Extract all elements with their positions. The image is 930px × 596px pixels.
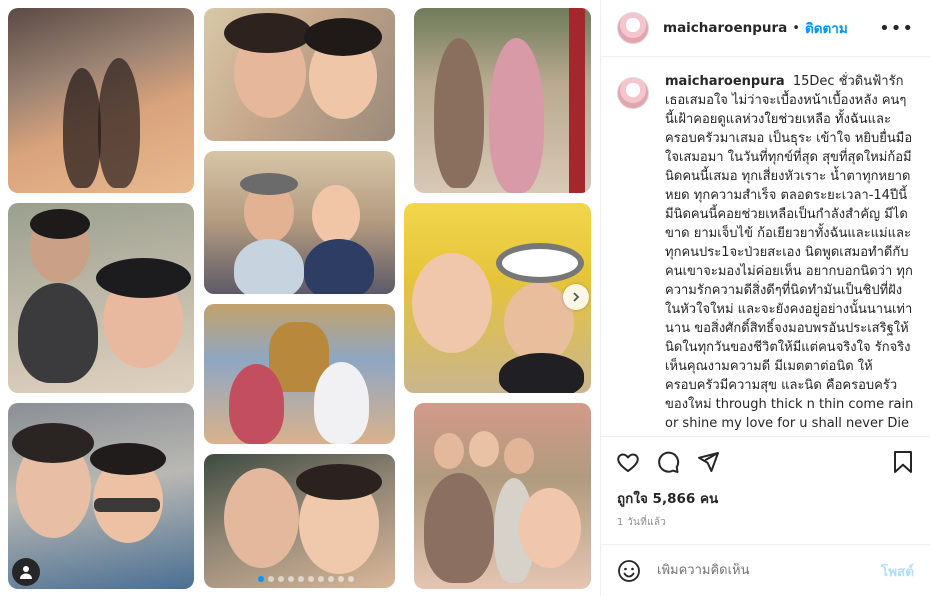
carousel-dot <box>258 576 264 582</box>
carousel-dot <box>288 576 294 582</box>
heart-icon[interactable] <box>615 449 641 475</box>
carousel-dot <box>298 576 304 582</box>
post-timestamp[interactable]: 1 วันที่แล้ว <box>601 515 930 530</box>
post-media[interactable] <box>0 0 600 596</box>
header-username[interactable]: maicharoenpura <box>663 20 787 36</box>
likes-count[interactable]: ถูกใจ 5,866 คน <box>601 487 930 509</box>
header-separator: • <box>792 20 800 36</box>
carousel-dot <box>308 576 314 582</box>
comment-icon[interactable] <box>655 449 681 475</box>
emoji-icon[interactable] <box>617 559 641 583</box>
caption: maicharoenpura 15Dec ชั่วดินฟ้ารักเธอเสม… <box>617 72 918 432</box>
avatar[interactable] <box>617 12 649 44</box>
photo-night-selfie <box>204 454 395 588</box>
photo-restaurant-thumbs-up <box>204 151 395 294</box>
more-horizontal-icon[interactable]: ••• <box>879 18 914 39</box>
follow-button[interactable]: ติดตาม <box>805 17 848 39</box>
caption-body: 15Dec ชั่วดินฟ้ารักเธอเสมอใจ ไม่ว่าจะเบื… <box>665 74 914 431</box>
caption-avatar[interactable] <box>617 77 649 109</box>
carousel-dot <box>348 576 354 582</box>
post-panel: maicharoenpura • ติดตาม ••• maicharoenpu… <box>600 0 930 596</box>
carousel-dot <box>338 576 344 582</box>
photo-shadows-on-road <box>8 8 194 193</box>
carousel-dot <box>278 576 284 582</box>
carousel-dot <box>328 576 334 582</box>
carousel-dot <box>268 576 274 582</box>
caption-username[interactable]: maicharoenpura <box>665 74 785 89</box>
caption-text-block: maicharoenpura 15Dec ชั่วดินฟ้ารักเธอเสม… <box>665 72 915 432</box>
user-tag-icon[interactable] <box>12 558 40 586</box>
carousel-indicator <box>258 576 354 582</box>
bookmark-icon[interactable] <box>890 449 916 475</box>
carousel-dot <box>318 576 324 582</box>
photo-selfie-couple <box>204 8 395 141</box>
comment-bar: โพสต์ <box>601 544 930 596</box>
chevron-right-icon[interactable] <box>563 284 589 310</box>
photo-traditional-dress <box>414 8 591 193</box>
share-icon[interactable] <box>695 449 721 475</box>
post-header: maicharoenpura • ติดตาม ••• <box>601 0 930 57</box>
post-comment-button[interactable]: โพสต์ <box>881 560 914 582</box>
photo-railway-selfie <box>8 203 194 393</box>
photo-family-group <box>414 403 591 589</box>
action-bar <box>601 437 930 487</box>
comment-input[interactable] <box>657 563 881 578</box>
photo-temple-ganesha <box>204 304 395 444</box>
post-footer: ถูกใจ 5,866 คน 1 วันที่แล้ว <box>601 436 930 530</box>
